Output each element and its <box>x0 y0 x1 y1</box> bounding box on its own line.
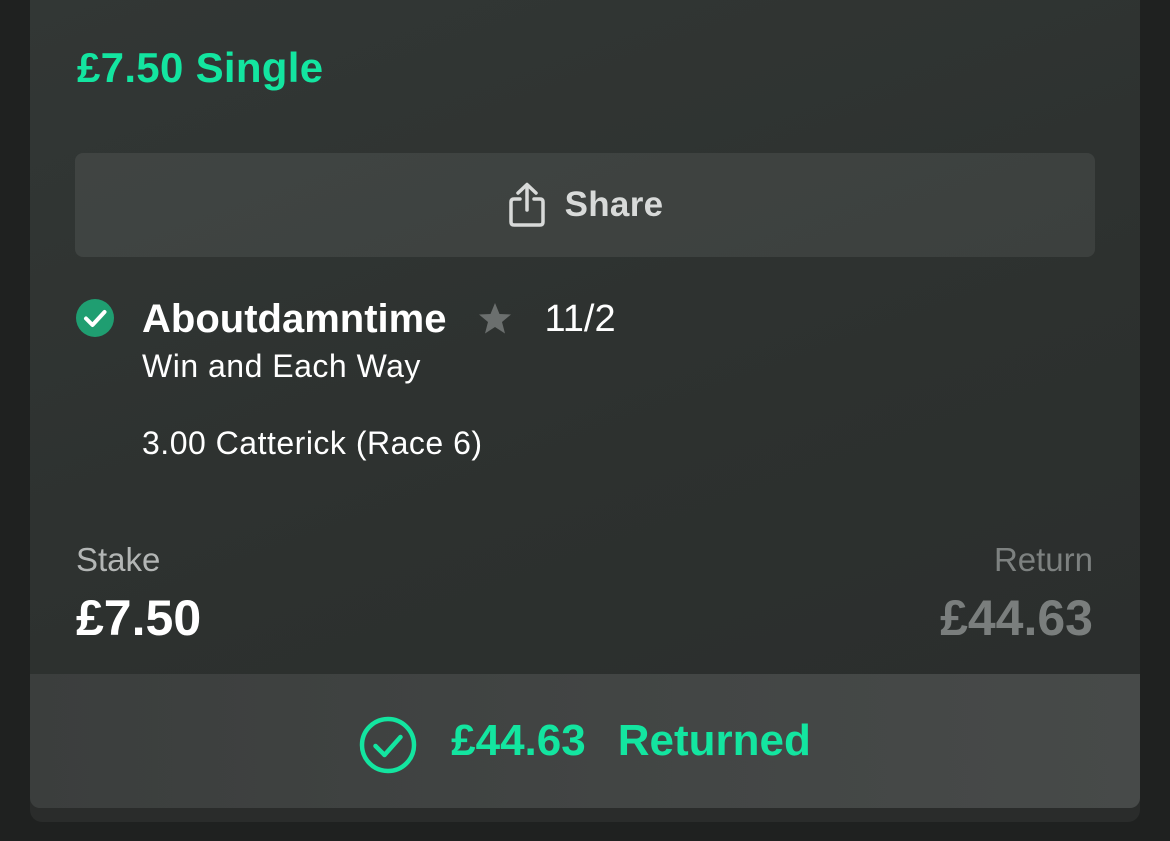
share-label: Share <box>564 185 664 224</box>
selection-name: Aboutdamntime <box>142 296 447 341</box>
returned-amount: £44.63 <box>451 716 586 765</box>
market-name: Win and Each Way <box>142 348 421 384</box>
stake-value: £7.50 <box>76 590 202 646</box>
returned-label: Returned <box>617 716 811 765</box>
share-icon <box>508 182 545 227</box>
check-circle-outline-icon <box>359 716 417 774</box>
return-label: Return <box>993 541 1093 578</box>
share-button[interactable]: Share <box>75 153 1095 257</box>
selection-odds: 11/2 <box>544 297 616 340</box>
event-name: 3.00 Catterick (Race 6) <box>142 425 483 461</box>
star-icon <box>479 303 512 334</box>
bet-card: £7.50 Single Share Aboutdamntime 11/2 Wi… <box>30 0 1140 808</box>
check-circle-icon <box>76 299 114 337</box>
stake-label: Stake <box>76 541 161 578</box>
return-value: £44.63 <box>940 590 1093 646</box>
selection-row: Aboutdamntime 11/2 <box>142 294 616 344</box>
returned-status-bar: £44.63 Returned <box>30 674 1140 808</box>
bet-title: £7.50 Single <box>77 44 324 91</box>
